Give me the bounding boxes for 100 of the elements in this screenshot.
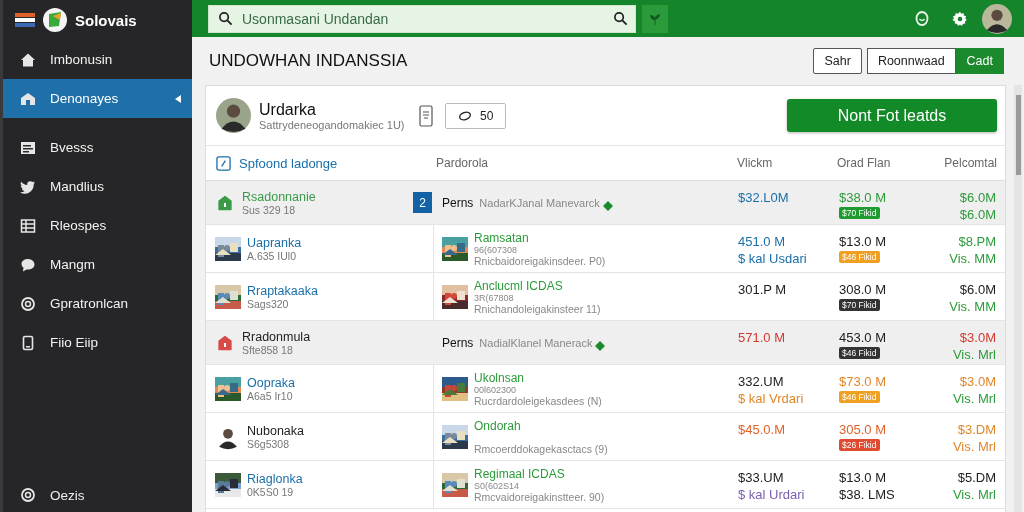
amount-text: $5.DM	[957, 470, 996, 485]
row-title: Uapranka	[247, 235, 302, 250]
partner-note: Rnichandoleigakinsteer 11)	[474, 302, 601, 315]
ring-icon	[20, 487, 36, 503]
sprout-button[interactable]	[642, 4, 668, 33]
profile-subtitle: Sattrydeneogandomakiec 1U)	[259, 118, 406, 131]
amount-text: 308.0 M	[839, 282, 886, 297]
amount-text: $ kal Urdari	[738, 487, 805, 502]
table-row[interactable]: Riaglonka 0K5S0 19 Regimaal ICDAS S0(602S14 Rmcvaidoreigakinstteer. 90) $33.UM $ kal Urdari $13.0 M $38. LMS $5.DM Vis. Mrl	[206, 461, 1005, 509]
status-tag: $70 Fikid	[839, 299, 880, 311]
amount-text: $3.0M	[959, 330, 996, 345]
partner-note: Rmcoerddokagekasctacs (9)	[474, 442, 608, 455]
amount-text: $73.0 M	[839, 374, 886, 389]
row-title: Riaglonka	[247, 471, 303, 486]
row-title: Nubonaka	[247, 423, 304, 438]
amount-text: 453.0 M	[839, 330, 886, 345]
group-row[interactable]: Rradonmula Sfte858 18 Perns NadialKlanel Manerack 571.0 M 453.0 M $46 Fikid $3.0M Vis. Mrl	[206, 321, 1005, 365]
column-header[interactable]: Pelcomtal	[944, 156, 997, 170]
sidebar-item[interactable]: Denonayes	[3, 79, 192, 118]
partner-code: 3R(67808	[474, 292, 515, 303]
column-header[interactable]: Spfoond ladonge	[239, 155, 338, 171]
table-row[interactable]: Oopraka A6a5 Ir10 Ukolnsan 00l602300 Rucrdardoleigekasdees (N) 332.UM $ kal Vrdari $73.0 M $46 Fikid $3.0M Vis. Mrl	[206, 365, 1005, 413]
amount-text: 571.0 M	[738, 330, 785, 345]
status-tag: $26 Fikid	[839, 439, 880, 451]
sidebar-item[interactable]: Fiio Eiip	[3, 323, 192, 362]
primary-button[interactable]: Nont Fot leatds	[787, 99, 997, 132]
row-subtitle: S6g5308	[247, 437, 291, 450]
oval-icon	[458, 110, 472, 121]
column-header[interactable]: Orad Flan	[837, 156, 891, 170]
partner-note: Rmcvaidoreigakinstteer. 90)	[474, 490, 605, 503]
amount-text: $32.L0M	[738, 190, 789, 205]
profile-avatar	[216, 98, 251, 133]
action-button[interactable]: Sahr	[813, 48, 862, 74]
lead-label: Perns	[442, 335, 474, 350]
row-subtitle: Sags320	[247, 297, 289, 310]
sidebar-item[interactable]: Bvesss	[3, 128, 192, 167]
table-row[interactable]: Rraptakaaka Sags320 Anclucml ICDAS 3R(67808 Rnichandoleigakinsteer 11) 301.P M 308.0 M $70 Fikid $6.0M Vis. MM	[206, 273, 1005, 321]
sidebar-item[interactable]: Mandlius	[3, 167, 192, 206]
partner-name: Anclucml ICDAS	[474, 278, 564, 293]
row-subtitle: Sus 329 18	[242, 203, 297, 216]
search-icon	[218, 10, 233, 26]
sidebar-item[interactable]: Oezis	[3, 480, 192, 510]
table-row[interactable]: Nubonaka S6g5308 Ondorah Rmcoerddokagekasctacs (9) $45.0.M 305.0 M $26 Fikid $3.DM Vis. Mrl	[206, 413, 1005, 461]
house-icon	[20, 90, 36, 107]
sidebar-item[interactable]: Rleospes	[3, 206, 192, 245]
amount-text: $ kal Vrdari	[738, 391, 804, 406]
diamond-icon	[602, 200, 613, 211]
group-row[interactable]: Rsadonnanie Sus 329 18 2 Perns NadarKJanal Manevarck $32.L0M $38.0 M $70 Fikid $6.0M $6.0M	[206, 181, 1005, 225]
sidebar-item[interactable]: Imbonusin	[3, 40, 192, 79]
column-header[interactable]: Vlickm	[737, 156, 773, 170]
amount-text: 451.0 M	[738, 234, 785, 249]
count-button[interactable]: 50	[445, 102, 507, 129]
amount-text: $38. LMS	[839, 487, 895, 502]
profile-name: Urdarka	[259, 100, 317, 119]
amount-text: Vis. Mrl	[952, 487, 996, 502]
chat-icon	[20, 256, 36, 273]
row-title: Rradonmula	[242, 329, 311, 344]
row-subtitle: A6a5 Ir10	[247, 389, 293, 402]
amount-text: $13.0 M	[839, 234, 886, 249]
search-icon	[613, 10, 628, 26]
flag-icon	[15, 13, 35, 27]
sprout-icon	[648, 11, 662, 26]
amount-text: Vis. Mrl	[952, 347, 996, 362]
row-detail: NadarKJanal Manevarck	[479, 196, 600, 209]
amount-text: $6.0M	[959, 282, 996, 297]
logo-icon	[43, 8, 67, 32]
partner-name: Ukolnsan	[474, 370, 526, 385]
drop-icon	[914, 10, 930, 27]
grid-icon	[20, 217, 36, 234]
scrollbar[interactable]	[1014, 85, 1022, 512]
amount-text: 305.0 M	[839, 422, 886, 437]
amount-text: $3.0M	[959, 374, 996, 389]
checkbox-icon	[216, 155, 231, 171]
row-detail: NadialKlanel Manerack	[479, 336, 593, 349]
amount-text: $33.UM	[738, 470, 784, 485]
segment-button[interactable]: Cadt	[955, 48, 1004, 74]
amount-text: 301.P M	[738, 282, 787, 297]
sidebar-item[interactable]: Mangm	[3, 245, 192, 284]
status-tag: $46 Fikid	[839, 347, 880, 359]
partner-code: 00l602300	[474, 384, 518, 395]
caret-icon	[174, 93, 182, 104]
bird-icon	[20, 178, 36, 195]
sidebar-item[interactable]: Gpratronlcan	[3, 284, 192, 323]
amount-text: $13.0 M	[839, 470, 886, 485]
user-avatar	[982, 3, 1012, 34]
amount-text: Vis. MM	[949, 299, 996, 314]
partner-name: Regimaal ICDAS	[474, 466, 566, 481]
amount-text: $ kal Usdari	[738, 251, 807, 266]
column-header[interactable]: Pardorola	[436, 156, 489, 170]
partner-code: 96(607308	[474, 244, 519, 255]
table-row[interactable]: Uapranka A.635 IUl0 Ramsatan 96(607308 Rnicbaidoreigakinsdeer. P0) 451.0 M $ kal Usdari $13.0 M $46 Fikid $8.PM Vis. MM	[206, 225, 1005, 273]
amount-text: $6.0M	[959, 190, 996, 205]
settings-icon	[952, 10, 968, 27]
home-icon	[20, 51, 36, 68]
amount-text: Vis. Mrl	[952, 391, 996, 406]
search-field[interactable]: Usonmasani Undandan	[208, 4, 636, 33]
segment-button[interactable]: Roonnwaad	[866, 48, 956, 74]
amount-text: $3.DM	[957, 422, 996, 437]
status-tag: $70 Fikid	[839, 207, 880, 219]
amount-text: $38.0 M	[839, 190, 886, 205]
